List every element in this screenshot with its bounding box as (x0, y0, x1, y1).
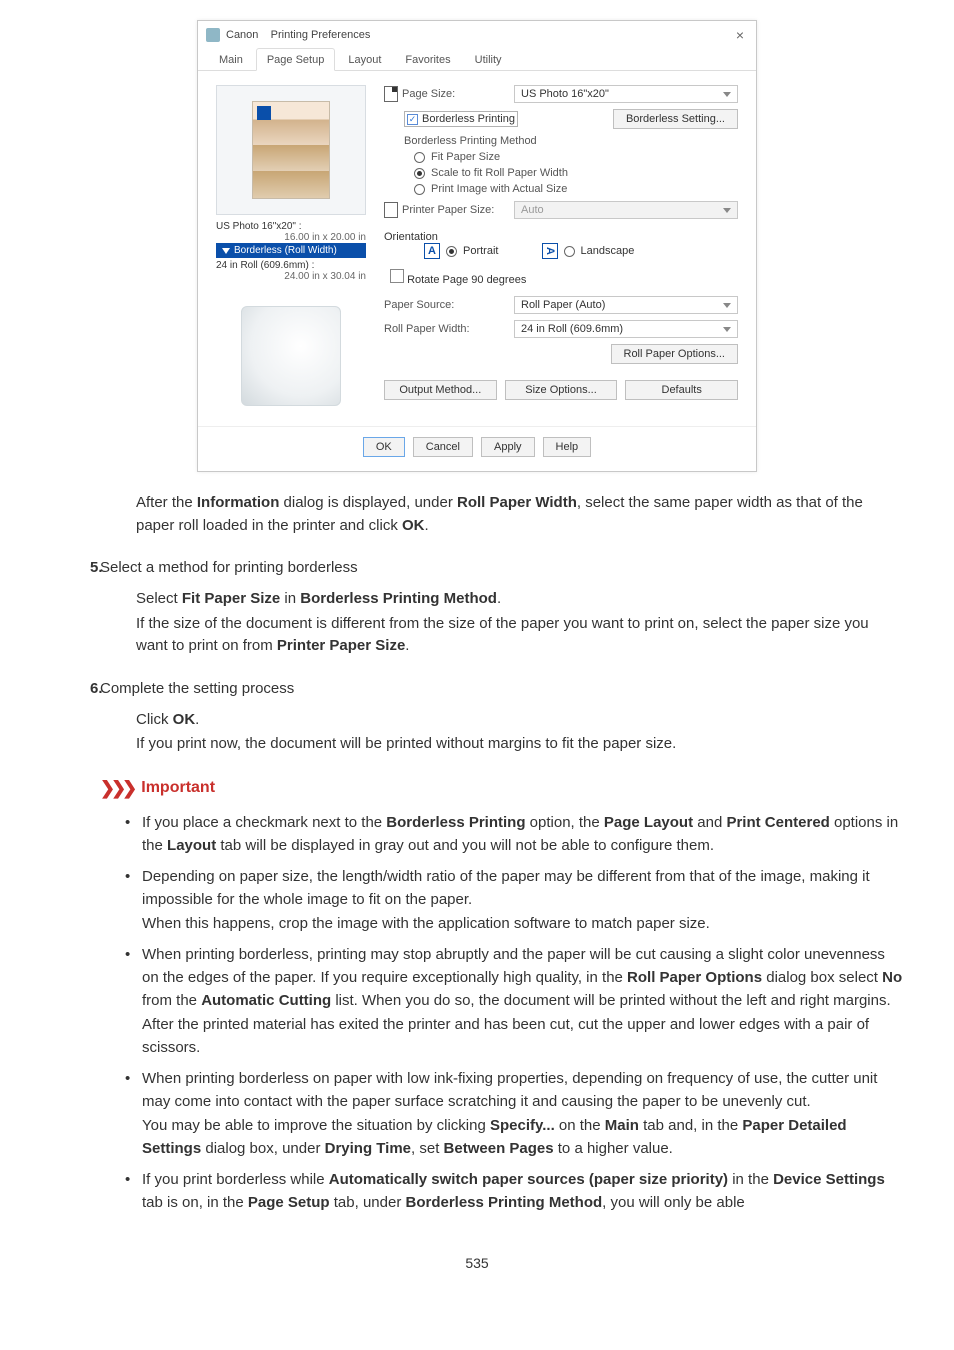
ok-button[interactable]: OK (363, 437, 405, 457)
paper-source-label: Paper Source: (384, 299, 454, 311)
roll-paper-width-label: Roll Paper Width: (384, 323, 470, 335)
step-5: 5. Select a method for printing borderle… (50, 559, 904, 576)
important-item-4: When printing borderless on paper with l… (122, 1067, 904, 1160)
cancel-button[interactable]: Cancel (413, 437, 473, 457)
page-size-info: US Photo 16"x20" : 16.00 in x 20.00 in (216, 221, 366, 243)
important-item-2: Depending on paper size, the length/widt… (122, 865, 904, 935)
dialog-titlebar: Canon Printing Preferences × (198, 21, 756, 47)
close-icon[interactable]: × (732, 27, 748, 43)
step-6: 6. Complete the setting process (50, 680, 904, 697)
dialog-title: Canon Printing Preferences (226, 29, 370, 41)
dialog-tabs: Main Page Setup Layout Favorites Utility (198, 47, 756, 71)
roll-paper-options-button[interactable]: Roll Paper Options... (611, 344, 739, 364)
page-size-label: Page Size: (402, 88, 455, 100)
rotate-90-checkbox[interactable] (390, 269, 404, 283)
dialog-buttons: OK Cancel Apply Help (198, 426, 756, 471)
important-heading: ❯❯❯ Important (100, 778, 904, 799)
roll-paper-width-select[interactable]: 24 in Roll (609.6mm) (514, 320, 738, 338)
step-6-heading: Complete the setting process (100, 680, 294, 697)
chevrons-icon: ❯❯❯ (100, 778, 133, 799)
portrait-label: Portrait (463, 245, 498, 257)
important-list: If you place a checkmark next to the Bor… (122, 811, 904, 1215)
defaults-button[interactable]: Defaults (625, 380, 738, 400)
step-5-heading: Select a method for printing borderless (100, 559, 358, 576)
page-size-select[interactable]: US Photo 16"x20" (514, 85, 738, 103)
step-5-paragraph-1: Select Fit Paper Size in Borderless Prin… (136, 588, 904, 611)
scale-fit-roll-radio[interactable] (414, 168, 425, 179)
borderless-indicator: Borderless (Roll Width) (216, 243, 366, 258)
tab-favorites[interactable]: Favorites (394, 48, 461, 71)
step-5-paragraph-2: If the size of the document is different… (136, 613, 904, 658)
help-button[interactable]: Help (543, 437, 592, 457)
fit-paper-size-label: Fit Paper Size (431, 151, 500, 163)
step-5-number: 5. (50, 559, 90, 576)
preview-column: US Photo 16"x20" : 16.00 in x 20.00 in B… (216, 85, 366, 416)
orientation-group: Orientation A Portrait A Landscape (384, 231, 738, 259)
page-preview (216, 85, 366, 215)
paper-source-select[interactable]: Roll Paper (Auto) (514, 296, 738, 314)
after-information-paragraph: After the Information dialog is displaye… (136, 492, 904, 537)
print-actual-label: Print Image with Actual Size (431, 183, 567, 195)
orientation-label: Orientation (384, 231, 738, 243)
tab-utility[interactable]: Utility (464, 48, 513, 71)
apply-button[interactable]: Apply (481, 437, 535, 457)
output-method-button[interactable]: Output Method... (384, 380, 497, 400)
step-6-paragraph-2: If you print now, the document will be p… (136, 733, 904, 756)
roll-size-info: 24 in Roll (609.6mm) : 24.00 in x 30.04 … (216, 260, 366, 282)
page-size-icon (384, 86, 398, 102)
printer-paper-size-select: Auto (514, 201, 738, 219)
printer-icon (206, 28, 220, 42)
settings-column: Page Size: US Photo 16"x20" ✓Borderless … (384, 85, 738, 416)
dialog-body: US Photo 16"x20" : 16.00 in x 20.00 in B… (198, 71, 756, 426)
borderless-setting-button[interactable]: Borderless Setting... (613, 109, 738, 129)
portrait-radio[interactable] (446, 246, 457, 257)
landscape-label: Landscape (581, 245, 635, 257)
important-item-5: If you print borderless while Automatica… (122, 1168, 904, 1215)
tab-layout[interactable]: Layout (337, 48, 392, 71)
page-number: 535 (50, 1255, 904, 1271)
landscape-radio[interactable] (564, 246, 575, 257)
scale-fit-roll-label: Scale to fit Roll Paper Width (431, 167, 568, 179)
step-6-paragraph-1: Click OK. (136, 709, 904, 732)
important-item-1: If you place a checkmark next to the Bor… (122, 811, 904, 858)
portrait-a-icon: A (424, 243, 440, 259)
fit-paper-size-radio[interactable] (414, 152, 425, 163)
print-actual-radio[interactable] (414, 184, 425, 195)
tab-page-setup[interactable]: Page Setup (256, 48, 336, 71)
landscape-a-icon: A (542, 243, 558, 259)
printing-preferences-dialog: Canon Printing Preferences × Main Page S… (197, 20, 757, 472)
step-6-number: 6. (50, 680, 90, 697)
borderless-method-label: Borderless Printing Method (404, 135, 738, 147)
roll-illustration (216, 296, 366, 416)
printer-paper-size-label: Printer Paper Size: (402, 204, 494, 216)
arrow-down-icon (222, 248, 230, 254)
borderless-printing-checkbox[interactable]: ✓Borderless Printing (404, 111, 518, 127)
size-options-button[interactable]: Size Options... (505, 380, 618, 400)
tab-main[interactable]: Main (208, 48, 254, 71)
printer-paper-size-icon (384, 202, 398, 218)
rotate-90-label: Rotate Page 90 degrees (407, 274, 526, 286)
important-item-3: When printing borderless, printing may s… (122, 943, 904, 1059)
